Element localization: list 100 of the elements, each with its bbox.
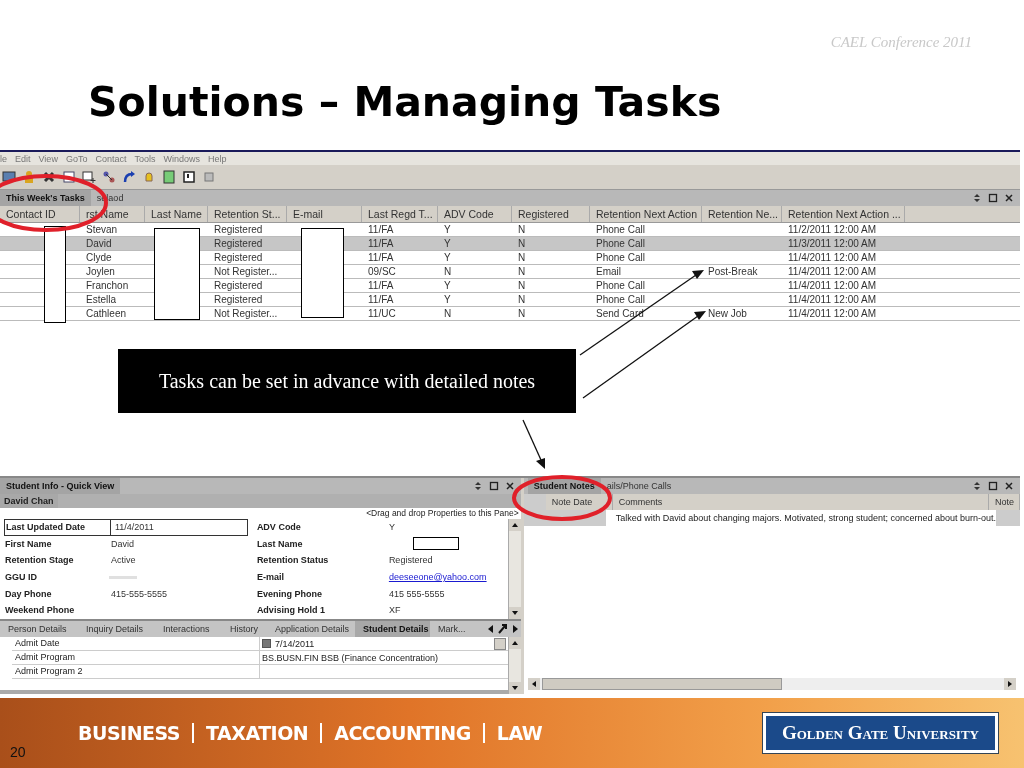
menu-item[interactable]: Help — [207, 153, 227, 164]
panel-tab[interactable]: ails/Phone Calls — [600, 478, 678, 494]
close-icon[interactable] — [504, 481, 515, 491]
field-label: Last Updated Date — [5, 520, 111, 535]
table-cell: Estella — [86, 294, 116, 305]
table-cell: N — [444, 308, 452, 319]
menu-item[interactable]: GoTo — [65, 153, 88, 164]
detail-tab[interactable]: Mark... — [430, 621, 470, 637]
menu-item[interactable]: Windows — [163, 153, 200, 164]
checkbox[interactable] — [262, 639, 271, 648]
discipline-label: LAW — [496, 722, 543, 744]
detail-tab[interactable]: Application Details — [267, 621, 355, 637]
detail-tab[interactable]: Student Details — [355, 621, 430, 637]
scrollbar[interactable] — [507, 519, 521, 619]
table-cell: Post-Break — [708, 266, 758, 277]
email-link[interactable]: deeseeone@yahoo.com — [386, 572, 487, 583]
detail-tab[interactable]: Interactions — [155, 621, 222, 637]
person-icon[interactable] — [22, 170, 36, 184]
redo-arrow-icon[interactable] — [122, 170, 136, 184]
column-header[interactable]: Last Regd T... — [362, 206, 438, 222]
document-icon[interactable] — [62, 170, 76, 184]
table-cell: Registered — [214, 280, 263, 291]
table-cell: Y — [444, 224, 451, 235]
table-cell: 11/FA — [368, 224, 394, 235]
scroll-right-icon[interactable] — [1004, 678, 1016, 690]
table-cell: N — [518, 252, 526, 263]
slide-title: Solutions – Managing Tasks — [88, 78, 722, 126]
network-icon[interactable] — [102, 170, 116, 184]
menu-item[interactable]: Edit — [15, 153, 31, 164]
table-cell: N — [518, 308, 526, 319]
callout-text: Tasks can be set in advance with detailed notes — [158, 369, 536, 393]
bell-icon[interactable] — [142, 170, 156, 184]
table-cell: 11/FA — [368, 252, 394, 263]
close-icon[interactable] — [1004, 481, 1014, 491]
pin-icon[interactable] — [972, 481, 982, 491]
table-cell: Phone Call — [596, 252, 645, 263]
scroll-thumb[interactable] — [541, 678, 782, 690]
detail-tab[interactable]: Inquiry Details — [78, 621, 155, 637]
redaction-box — [412, 537, 459, 551]
column-header[interactable]: Retention Next Action ... — [782, 206, 905, 222]
note-icon[interactable] — [182, 170, 196, 184]
field-value: Active — [110, 555, 136, 566]
field-label: Last Name — [255, 538, 304, 549]
column-header[interactable]: Retention Next Action — [590, 206, 702, 222]
add-window-icon[interactable] — [82, 170, 96, 184]
separator-bar — [320, 723, 323, 743]
pin-icon[interactable] — [972, 193, 982, 203]
column-header[interactable]: Registered — [512, 206, 590, 222]
scrollbar[interactable] — [507, 637, 521, 694]
column-header[interactable]: Retention St... — [208, 206, 287, 222]
table-cell: 11/4/2011 12:00 AM — [788, 280, 877, 291]
scroll-up-icon[interactable] — [508, 519, 521, 531]
discipline-label: BUSINESS — [78, 722, 181, 744]
student-name: David Chan — [0, 494, 58, 508]
close-x-icon[interactable] — [42, 170, 56, 184]
maximize-icon[interactable] — [488, 481, 499, 491]
detail-tab[interactable]: Person Details — [0, 621, 78, 637]
field-value: 415-555-5555 — [110, 588, 168, 599]
table-cell: Phone Call — [596, 224, 645, 235]
field-label: Day Phone — [4, 588, 53, 599]
scroll-left-icon[interactable] — [527, 678, 540, 690]
table-cell: 11/FA — [368, 294, 394, 305]
close-icon[interactable] — [1004, 193, 1014, 203]
drag-hint: <Drag and drop Properties to this Pane> — [366, 508, 519, 518]
table-cell: 11/FA — [368, 238, 394, 249]
property-name: Admit Date — [15, 638, 60, 648]
field-value: David — [110, 538, 134, 549]
menu-item[interactable]: Contact — [95, 153, 127, 164]
column-header[interactable]: Contact ID — [0, 206, 80, 222]
table-cell: Not Register... — [214, 266, 278, 277]
table-cell: David — [86, 238, 112, 249]
column-header[interactable]: Last Name — [145, 206, 208, 222]
discipline-label: ACCOUNTING — [334, 722, 471, 744]
column-header[interactable]: Comments — [612, 494, 989, 510]
table-cell: N — [518, 266, 526, 277]
scrollbar[interactable] — [527, 678, 1016, 690]
field-label: ADV Code — [255, 522, 302, 533]
maximize-icon[interactable] — [988, 193, 998, 203]
column-header[interactable]: E-mail — [287, 206, 362, 222]
panel-tab[interactable]: This Week's Tasks — [0, 190, 91, 206]
table-cell: Phone Call — [596, 294, 645, 305]
scroll-down-icon[interactable] — [508, 607, 521, 619]
menu-item[interactable]: le — [0, 153, 7, 164]
maximize-icon[interactable] — [988, 481, 998, 491]
discipline-label: TAXATION — [206, 722, 309, 744]
menu-item[interactable]: Tools — [134, 153, 156, 164]
scroll-up-icon[interactable] — [508, 637, 521, 649]
table-cell: 09/SC — [368, 266, 396, 277]
scroll-down-icon[interactable] — [508, 682, 521, 694]
column-header[interactable]: Retention Ne... — [702, 206, 782, 222]
table-cell: 11/4/2011 12:00 AM — [788, 308, 877, 319]
column-header[interactable]: ADV Code — [438, 206, 512, 222]
table-cell: 11/FA — [368, 280, 394, 291]
monitor-icon[interactable] — [2, 170, 16, 184]
table-cell: Clyde — [86, 252, 112, 263]
table-cell: Y — [444, 294, 451, 305]
detail-tab[interactable]: History — [222, 621, 267, 637]
table-cell: Email — [596, 266, 621, 277]
menu-item[interactable]: View — [38, 153, 58, 164]
table-cell: N — [518, 238, 526, 249]
